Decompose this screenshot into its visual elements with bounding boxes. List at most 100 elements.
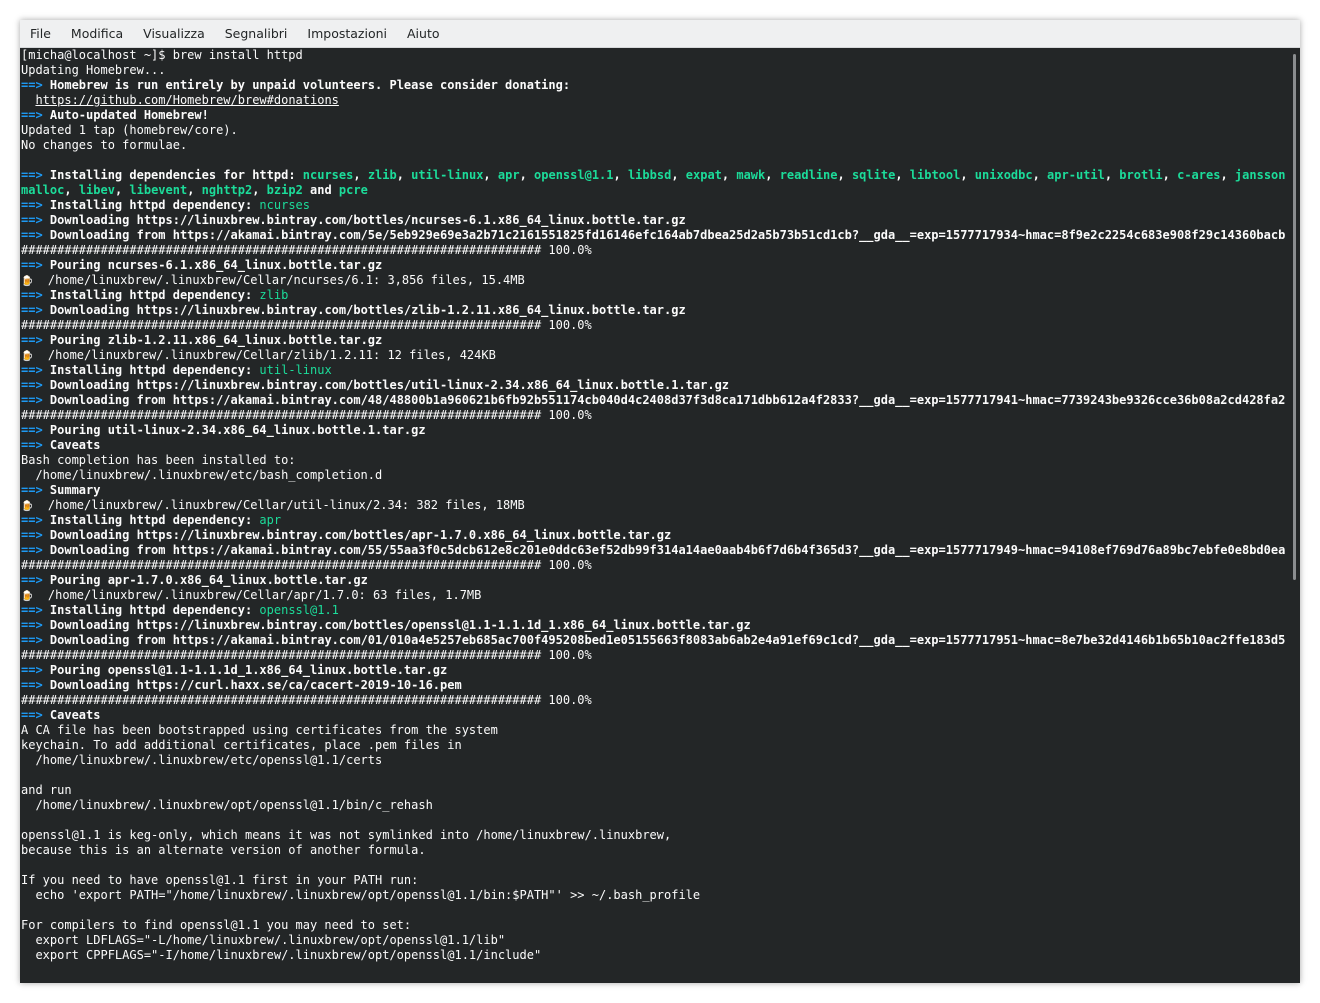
terminal-line: ==> Summary [21, 483, 1286, 498]
terminal-text: , [1286, 168, 1287, 182]
terminal-text: , [1032, 168, 1048, 182]
terminal-line: ==> Downloading from https://akamai.bint… [21, 633, 1286, 648]
arrow-prefix: ==> [21, 543, 50, 557]
terminal-text: , [187, 183, 202, 197]
terminal-line: ==> Downloading https://linuxbrew.bintra… [21, 528, 1286, 543]
menu-modifica[interactable]: Modifica [61, 20, 133, 47]
menu-impostazioni[interactable]: Impostazioni [297, 20, 397, 47]
vertical-scrollbar[interactable] [1288, 48, 1300, 983]
terminal-line: ==> Downloading https://linuxbrew.bintra… [21, 213, 1286, 228]
terminal-text: For compilers to find openssl@1.1 you ma… [21, 918, 412, 932]
arrow-prefix: ==> [21, 303, 50, 317]
terminal-text: , [895, 168, 910, 182]
arrow-prefix: ==> [21, 378, 50, 392]
terminal-line: and run [21, 783, 1286, 798]
terminal-line: 🍺 /home/linuxbrew/.linuxbrew/Cellar/apr/… [21, 588, 1286, 603]
terminal-line: export LDFLAGS="-L/home/linuxbrew/.linux… [21, 933, 1286, 948]
terminal-text: Installing httpd dependency: [49, 603, 260, 617]
terminal-text: ########################################… [21, 408, 592, 422]
terminal-line: ########################################… [21, 243, 1286, 258]
menu-segnalibri[interactable]: Segnalibri [215, 20, 298, 47]
menu-file[interactable]: File [20, 20, 61, 47]
arrow-prefix: ==> [21, 513, 50, 527]
terminal-text: openssl@1.1 is keg-only, which means it … [21, 828, 672, 842]
terminal-text: Downloading from https://akamai.bintray.… [49, 633, 1286, 647]
arrow-prefix: ==> [21, 603, 50, 617]
terminal-text[interactable]: https://github.com/Homebrew/brew#donatio… [35, 93, 338, 107]
terminal-line: ########################################… [21, 693, 1286, 708]
terminal-line: echo 'export PATH="/home/linuxbrew/.linu… [21, 888, 1286, 903]
terminal-text: /home/linuxbrew/.linuxbrew/Cellar/zlib/1… [33, 348, 496, 362]
terminal-text: ########################################… [21, 243, 592, 257]
terminal-text: Pouring openssl@1.1-1.1.1d_1.x86_64_linu… [49, 663, 448, 677]
terminal-text: Downloading from https://akamai.bintray.… [49, 543, 1286, 557]
arrow-prefix: ==> [21, 438, 50, 452]
terminal-text: zlib [259, 288, 289, 302]
terminal-text: No changes to formulae. [21, 138, 188, 152]
terminal-text: Downloading https://linuxbrew.bintray.co… [49, 213, 686, 227]
terminal-line: /home/linuxbrew/.linuxbrew/opt/openssl@1… [21, 798, 1286, 813]
terminal-line: ==> Downloading https://curl.haxx.se/ca/… [21, 678, 1286, 693]
terminal-line: ==> Pouring apr-1.7.0.x86_64_linux.bottl… [21, 573, 1286, 588]
terminal-text: libevent [129, 183, 188, 197]
terminal-text: /home/linuxbrew/.linuxbrew/etc/bash_comp… [21, 468, 383, 482]
arrow-prefix: ==> [21, 528, 50, 542]
terminal-text: /home/linuxbrew/.linuxbrew/Cellar/apr/1.… [33, 588, 482, 602]
terminal-line: ==> Pouring openssl@1.1-1.1.1d_1.x86_64_… [21, 663, 1286, 678]
terminal-output[interactable]: [micha@localhost ~]$ brew install httpd U… [20, 48, 1288, 983]
terminal-text: expat [685, 168, 722, 182]
terminal-text: libtool [909, 168, 961, 182]
terminal-text: Caveats [49, 708, 101, 722]
terminal-text: Installing httpd dependency: [49, 288, 260, 302]
terminal-line: 🍺 /home/linuxbrew/.linuxbrew/Cellar/util… [21, 498, 1286, 513]
terminal-line: because this is an alternate version of … [21, 843, 1286, 858]
terminal-text: , [721, 168, 737, 182]
terminal-text: /home/linuxbrew/.linuxbrew/Cellar/util-l… [33, 498, 525, 512]
arrow-prefix: ==> [21, 333, 50, 347]
terminal-text: , [671, 168, 686, 182]
scrollbar-thumb[interactable] [1293, 54, 1296, 580]
terminal-text: , [252, 183, 267, 197]
terminal-line: ==> Installing httpd dependency: util-li… [21, 363, 1286, 378]
terminal-text: Installing httpd dependency: [49, 198, 260, 212]
terminal-text: Pouring util-linux-2.34.x86_64_linux.bot… [49, 423, 426, 437]
terminal-text: , [396, 168, 412, 182]
terminal-text: readline [779, 168, 838, 182]
terminal-text: Installing httpd dependency: [49, 363, 260, 377]
terminal-text: , [519, 168, 535, 182]
terminal-text: and run [21, 783, 72, 797]
terminal-line: ==> Caveats [21, 708, 1286, 723]
terminal-text: , [765, 168, 780, 182]
terminal-text: keychain. To add additional certificates… [21, 738, 462, 752]
terminal-text: echo 'export PATH="/home/linuxbrew/.linu… [21, 888, 701, 902]
menu-aiuto[interactable]: Aiuto [397, 20, 450, 47]
terminal-text: Installing httpd dependency: [49, 513, 260, 527]
arrow-prefix: ==> [21, 423, 50, 437]
beer-icon: 🍺 [21, 276, 34, 287]
terminal-text: util-linux [259, 363, 332, 377]
arrow-prefix: ==> [21, 363, 50, 377]
menu-visualizza[interactable]: Visualizza [133, 20, 215, 47]
terminal-line: /home/linuxbrew/.linuxbrew/etc/openssl@1… [21, 753, 1286, 768]
menubar: File Modifica Visualizza Segnalibri Impo… [20, 20, 1300, 48]
terminal-text: /home/linuxbrew/.linuxbrew/Cellar/ncurse… [33, 273, 525, 287]
terminal-text: bzip2 [266, 183, 303, 197]
terminal-text: [micha@localhost ~]$ brew install httpd [21, 48, 303, 62]
terminal-window: File Modifica Visualizza Segnalibri Impo… [20, 20, 1300, 983]
arrow-prefix: ==> [21, 78, 50, 92]
terminal-text: openssl@1.1 [259, 603, 339, 617]
arrow-prefix: ==> [21, 198, 50, 212]
terminal-line: ==> Downloading https://linuxbrew.bintra… [21, 303, 1286, 318]
terminal-line: keychain. To add additional certificates… [21, 738, 1286, 753]
terminal-text: If you need to have openssl@1.1 first in… [21, 873, 419, 887]
beer-icon: 🍺 [21, 351, 34, 362]
terminal-text: mawk [736, 168, 766, 182]
terminal-text: , [1162, 168, 1178, 182]
terminal-text: unixodbc [974, 168, 1033, 182]
terminal-text: ########################################… [21, 318, 592, 332]
